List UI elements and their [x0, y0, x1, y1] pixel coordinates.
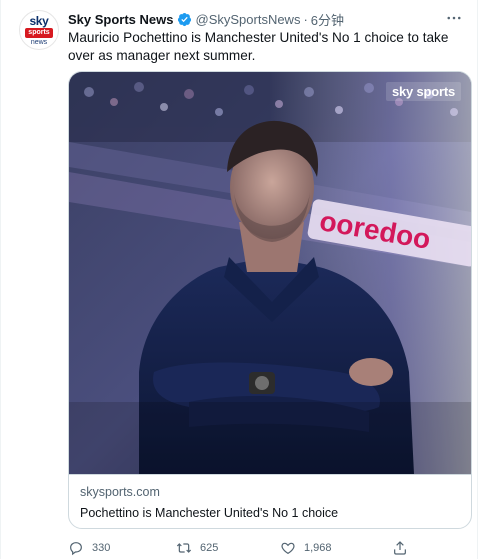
timestamp[interactable]: 6分钟	[311, 10, 344, 29]
reply-icon	[70, 542, 82, 556]
card-title: Pochettino is Manchester United's No 1 c…	[80, 506, 339, 520]
heart-icon	[281, 542, 295, 555]
reply-count: 330	[92, 542, 111, 554]
like-button[interactable]: 1,968	[280, 540, 332, 556]
avatar[interactable]: sky sports news	[19, 10, 59, 50]
tweet-header: Sky Sports News @SkySportsNews · 6分钟	[68, 10, 465, 28]
verified-badge-icon	[177, 12, 191, 26]
tweet-container[interactable]: sky sports news Sky Sports News @SkySpor…	[0, 0, 478, 559]
display-name[interactable]: Sky Sports News	[68, 12, 174, 27]
retweet-count: 625	[200, 542, 219, 554]
retweet-icon	[176, 543, 192, 553]
card-meta[interactable]: skysports.com Pochettino is Manchester U…	[69, 474, 471, 528]
card-image[interactable]: ooredoo sky sports	[69, 72, 471, 474]
avatar-logo-news: news	[30, 39, 48, 46]
user-handle[interactable]: @SkySportsNews	[196, 12, 301, 27]
share-icon	[394, 541, 406, 555]
more-button[interactable]	[443, 8, 465, 28]
more-icon	[447, 16, 461, 20]
reply-button[interactable]: 330	[68, 540, 110, 556]
tweet-text: Mauricio Pochettino is Manchester United…	[68, 30, 449, 63]
photo-pochettino: ooredoo	[69, 72, 471, 474]
card-domain: skysports.com	[80, 485, 160, 499]
avatar-logo-sky: sky	[29, 14, 49, 28]
retweet-button[interactable]: 625	[176, 540, 218, 556]
share-button[interactable]	[392, 540, 408, 556]
tweet-actions: 330 625 1,968	[68, 539, 468, 557]
avatar-logo-sports: sports	[25, 28, 53, 38]
link-card[interactable]: ooredoo sky sports skysports.com Pochett…	[68, 71, 472, 529]
separator-dot: ·	[303, 11, 308, 27]
like-count: 1,968	[304, 542, 332, 554]
sky-sports-watermark: sky sports	[385, 82, 461, 101]
